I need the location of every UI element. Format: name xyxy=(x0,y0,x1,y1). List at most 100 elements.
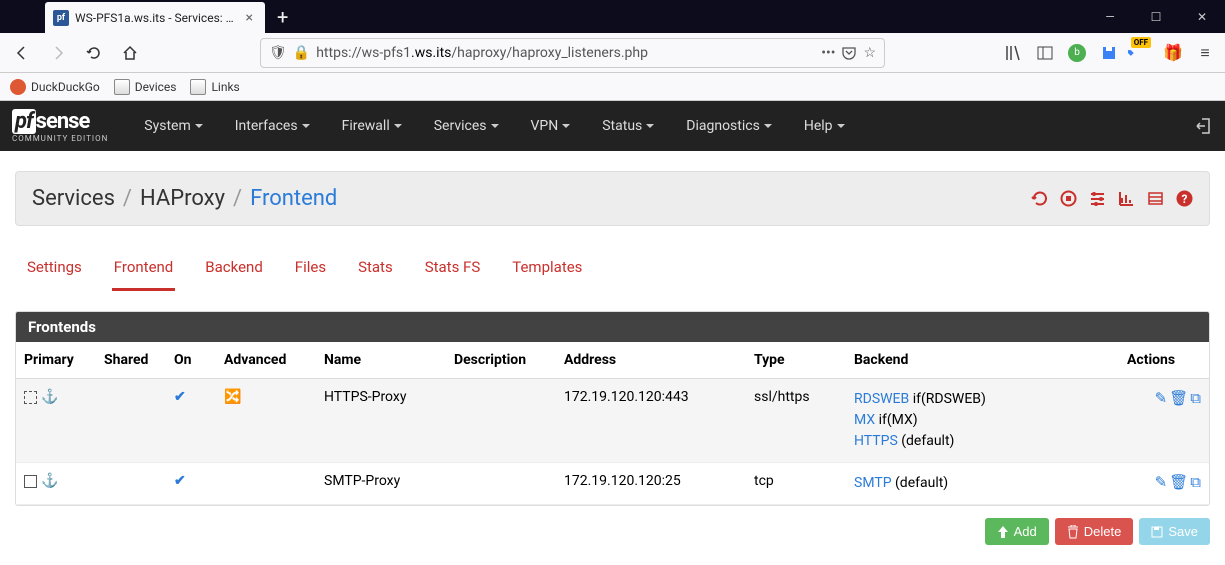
col-shared[interactable]: Shared xyxy=(96,342,166,379)
minimize-button[interactable]: — xyxy=(1087,0,1133,33)
cell-name: SMTP-Proxy xyxy=(316,463,446,505)
row-checkbox[interactable] xyxy=(24,475,37,488)
col-actions[interactable]: Actions xyxy=(1119,342,1209,379)
bookmark-star-icon[interactable]: ☆ xyxy=(863,45,876,61)
tab-backend[interactable]: Backend xyxy=(203,250,265,291)
bookmark-duckduckgo[interactable]: DuckDuckGo xyxy=(10,79,100,95)
tab-frontend[interactable]: Frontend xyxy=(112,250,175,291)
cell-actions: ✎🗑⧉ xyxy=(1119,463,1209,505)
pfsense-logo[interactable]: pfsense COMMUNITY EDITION xyxy=(12,109,108,143)
caret-down-icon xyxy=(394,124,402,128)
tab-stats-fs[interactable]: Stats FS xyxy=(423,250,483,291)
browser-navbar: 🛡 🔒 https://ws-pfs1.ws.its/haproxy/hapro… xyxy=(0,33,1225,73)
edit-icon[interactable]: ✎ xyxy=(1155,389,1168,407)
folder-icon xyxy=(190,79,206,95)
delete-button[interactable]: Delete xyxy=(1055,518,1134,545)
library-icon[interactable] xyxy=(999,39,1027,67)
pocket-icon[interactable] xyxy=(841,45,857,61)
backend-link[interactable]: RDSWEB xyxy=(854,391,909,407)
row-checkbox[interactable] xyxy=(24,391,37,404)
stats-icon[interactable] xyxy=(1118,190,1135,207)
table-row[interactable]: ⚓ ✔ 🔀 HTTPS-Proxy 172.19.120.120:443 ssl… xyxy=(16,379,1209,463)
menu-help[interactable]: Help xyxy=(788,101,861,151)
shield-icon[interactable]: 🛡 xyxy=(269,45,287,61)
action-buttons: Add Delete Save xyxy=(15,518,1210,545)
menu-firewall[interactable]: Firewall xyxy=(326,101,418,151)
maximize-button[interactable]: ☐ xyxy=(1133,0,1179,33)
ellipsis-icon[interactable]: ••• xyxy=(821,45,835,61)
extension-green-icon[interactable]: b xyxy=(1063,39,1091,67)
help-icon[interactable]: ? xyxy=(1176,190,1193,207)
col-name[interactable]: Name xyxy=(316,342,446,379)
bookmark-devices[interactable]: Devices xyxy=(114,79,177,95)
col-backend[interactable]: Backend xyxy=(846,342,1119,379)
breadcrumb: Services / HAProxy / Frontend xyxy=(32,186,337,211)
menu-vpn[interactable]: VPN xyxy=(515,101,587,151)
tab-title: WS-PFS1a.ws.its - Services: HAP xyxy=(75,11,236,25)
add-button[interactable]: Add xyxy=(985,518,1049,545)
save-button[interactable]: Save xyxy=(1139,518,1210,545)
back-button[interactable] xyxy=(6,37,38,69)
copy-icon[interactable]: ⧉ xyxy=(1190,473,1201,491)
menu-interfaces[interactable]: Interfaces xyxy=(219,101,326,151)
sidebar-icon[interactable] xyxy=(1031,39,1059,67)
duckduckgo-icon xyxy=(10,79,26,95)
backend-link[interactable]: HTTPS xyxy=(854,433,898,449)
gift-icon[interactable]: 🎁 xyxy=(1159,39,1187,67)
stop-service-icon[interactable] xyxy=(1060,190,1077,207)
drag-handle-icon[interactable]: ⚓ xyxy=(41,389,58,405)
save-disk-icon[interactable] xyxy=(1095,39,1123,67)
tag-icon[interactable]: OFF xyxy=(1127,39,1155,67)
caret-down-icon xyxy=(491,124,499,128)
menu-status[interactable]: Status xyxy=(586,101,670,151)
cell-backend: SMTP (default) xyxy=(846,463,1119,505)
logout-icon[interactable] xyxy=(1195,117,1213,135)
col-advanced[interactable]: Advanced xyxy=(216,342,316,379)
cell-type: ssl/https xyxy=(746,379,846,463)
breadcrumb-frontend[interactable]: Frontend xyxy=(250,186,337,211)
breadcrumb-haproxy[interactable]: HAProxy xyxy=(140,186,225,211)
col-on[interactable]: On xyxy=(166,342,216,379)
copy-icon[interactable]: ⧉ xyxy=(1190,389,1201,407)
sliders-icon[interactable] xyxy=(1089,190,1106,207)
url-bar[interactable]: 🛡 🔒 https://ws-pfs1.ws.its/haproxy/hapro… xyxy=(260,38,885,68)
browser-tab[interactable]: pf WS-PFS1a.ws.its - Services: HAP × xyxy=(45,2,265,33)
col-description[interactable]: Description xyxy=(446,342,556,379)
edit-icon[interactable]: ✎ xyxy=(1155,473,1168,491)
reload-button[interactable] xyxy=(78,37,110,69)
close-tab-icon[interactable]: × xyxy=(242,10,257,26)
menu-icon[interactable]: ≡ xyxy=(1191,39,1219,67)
cell-actions: ✎🗑⧉ xyxy=(1119,379,1209,463)
tab-stats[interactable]: Stats xyxy=(356,250,395,291)
menu-system[interactable]: System xyxy=(128,101,218,151)
col-primary[interactable]: Primary xyxy=(16,342,96,379)
tab-settings[interactable]: Settings xyxy=(25,250,84,291)
list-icon[interactable] xyxy=(1147,190,1164,207)
tab-files[interactable]: Files xyxy=(293,250,328,291)
backend-link[interactable]: SMTP xyxy=(854,475,892,491)
lock-icon[interactable]: 🔒 xyxy=(293,45,310,61)
menu-diagnostics[interactable]: Diagnostics xyxy=(670,101,788,151)
col-address[interactable]: Address xyxy=(556,342,746,379)
cell-name: HTTPS-Proxy xyxy=(316,379,446,463)
breadcrumb-services[interactable]: Services xyxy=(32,186,115,211)
col-type[interactable]: Type xyxy=(746,342,846,379)
restart-service-icon[interactable] xyxy=(1031,190,1048,207)
backend-link[interactable]: MX xyxy=(854,412,875,428)
home-button[interactable] xyxy=(114,37,146,69)
drag-handle-icon[interactable]: ⚓ xyxy=(41,473,58,489)
table-row[interactable]: ⚓ ✔ SMTP-Proxy 172.19.120.120:25 tcp SMT… xyxy=(16,463,1209,505)
svg-text:?: ? xyxy=(1182,192,1188,206)
check-icon: ✔ xyxy=(174,389,186,405)
close-window-button[interactable]: ✕ xyxy=(1179,0,1225,33)
folder-icon xyxy=(114,79,130,95)
tab-templates[interactable]: Templates xyxy=(510,250,584,291)
bookmark-links[interactable]: Links xyxy=(190,79,239,95)
new-tab-button[interactable]: + xyxy=(265,5,300,29)
delete-row-icon[interactable]: 🗑 xyxy=(1169,473,1188,491)
menu-services[interactable]: Services xyxy=(418,101,515,151)
delete-row-icon[interactable]: 🗑 xyxy=(1169,389,1188,407)
cell-description xyxy=(446,379,556,463)
forward-button[interactable] xyxy=(42,37,74,69)
caret-down-icon xyxy=(302,124,310,128)
